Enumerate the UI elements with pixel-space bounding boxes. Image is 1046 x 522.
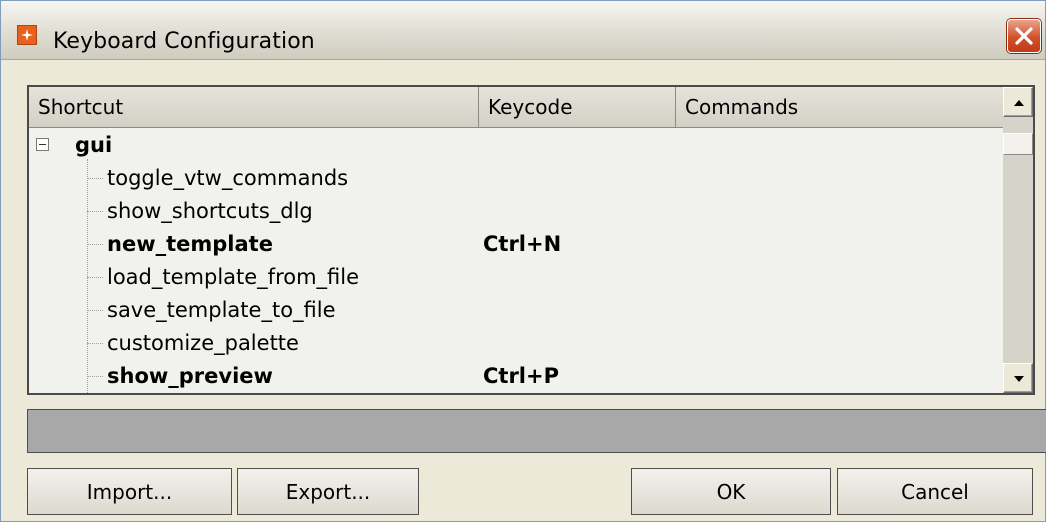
keyboard-configuration-dialog: Keyboard Configuration Shortcut Keycode … [0,0,1046,522]
shortcut-name: show_shortcuts_dlg [107,199,313,223]
column-header-row: Shortcut Keycode Commands [29,87,1003,128]
scroll-up-button[interactable] [1003,87,1033,117]
tree-item[interactable]: show_preview Ctrl+P [29,360,1003,393]
column-header-commands[interactable]: Commands [676,87,1003,127]
cancel-button[interactable]: Cancel [837,468,1033,515]
close-button[interactable] [1007,19,1041,53]
tree-item[interactable]: save_template_to_file [29,294,1003,327]
column-header-keycode[interactable]: Keycode [479,87,676,127]
app-logo-icon [21,29,33,41]
tree-rows: gui toggle_vtw_commands show_shortcuts_d… [29,129,1003,393]
app-icon [17,25,37,45]
shortcut-name: customize_palette [107,331,299,355]
tree-item[interactable]: new_template Ctrl+N [29,228,1003,261]
dialog-title: Keyboard Configuration [53,29,315,54]
shortcut-name: save_template_to_file [107,298,336,322]
shortcut-name: toggle_vtw_commands [107,166,349,190]
ok-button[interactable]: OK [631,468,831,515]
export-button[interactable]: Export... [237,468,419,515]
keycode-value: Ctrl+N [483,232,562,256]
tree-item[interactable]: toggle_vtw_commands [29,162,1003,195]
import-button[interactable]: Import... [27,468,232,515]
description-field[interactable] [27,409,1046,453]
column-header-shortcut[interactable]: Shortcut [29,87,479,127]
shortcut-tree[interactable]: Shortcut Keycode Commands gui toggle_vtw… [27,85,1035,395]
arrow-down-icon [1014,376,1024,382]
shortcut-name: load_template_from_file [107,265,360,289]
collapse-toggle-icon[interactable] [36,138,49,151]
scroll-thumb[interactable] [1003,133,1033,155]
tree-item[interactable]: customize_palette [29,327,1003,360]
arrow-up-icon [1014,100,1024,106]
shortcut-name: new_template [107,232,273,256]
shortcut-name: show_preview [107,364,273,388]
group-label: gui [75,133,113,157]
vertical-scrollbar[interactable] [1003,87,1033,393]
scroll-down-button[interactable] [1003,363,1033,393]
keycode-value: Ctrl+P [483,364,559,388]
tree-item[interactable]: load_template_from_file [29,261,1003,294]
close-icon [1015,27,1033,45]
title-bar[interactable]: Keyboard Configuration [1,1,1045,60]
tree-group-gui[interactable]: gui [29,129,1003,162]
tree-item[interactable]: show_shortcuts_dlg [29,195,1003,228]
